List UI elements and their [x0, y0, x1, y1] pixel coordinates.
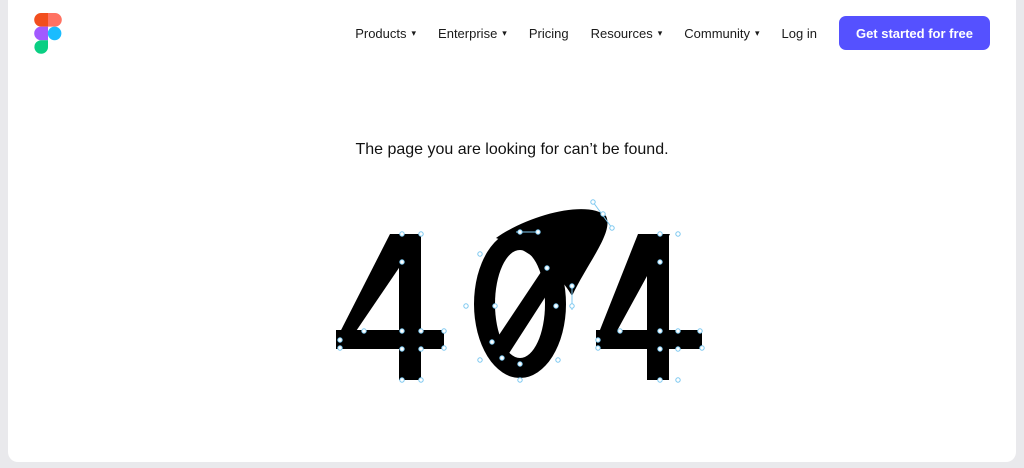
caret-down-icon: ▾	[502, 27, 507, 38]
caret-down-icon: ▾	[411, 27, 417, 38]
nav-item-enterprise[interactable]: Enterprise ▾	[438, 26, 507, 41]
nav-item-resources[interactable]: Resources ▾	[591, 26, 663, 41]
caret-down-icon: ▾	[755, 27, 760, 38]
nav-item-label: Enterprise	[438, 25, 498, 41]
get-started-button[interactable]: Get started for free	[838, 16, 990, 50]
digit-zero-slashed	[474, 201, 613, 378]
nav-item-label: Products	[355, 25, 407, 41]
nav-item-community[interactable]: Community ▾	[684, 26, 759, 41]
browser-viewport: Products ▾ Enterprise ▾ Pricing Resource…	[8, 0, 1016, 462]
nav-item-label: Pricing	[528, 25, 569, 41]
digit-four-right	[596, 234, 702, 380]
nav-item-label: Resources	[590, 25, 653, 41]
nav-item-label: Log in	[781, 25, 817, 41]
caret-down-icon: ▾	[657, 27, 663, 38]
login-link[interactable]: Log in	[782, 26, 817, 41]
figma-logo-icon[interactable]	[34, 13, 62, 54]
digit-four-left	[336, 234, 444, 380]
nav-links: Products ▾ Enterprise ▾ Pricing Resource…	[355, 16, 990, 50]
error-404-illustration	[320, 192, 720, 392]
top-navigation: Products ▾ Enterprise ▾ Pricing Resource…	[8, 0, 1016, 66]
nav-item-label: Community	[684, 25, 750, 41]
nav-item-products[interactable]: Products ▾	[355, 26, 416, 41]
nav-item-pricing[interactable]: Pricing	[529, 26, 569, 41]
error-message: The page you are looking for can’t be fo…	[355, 141, 669, 158]
